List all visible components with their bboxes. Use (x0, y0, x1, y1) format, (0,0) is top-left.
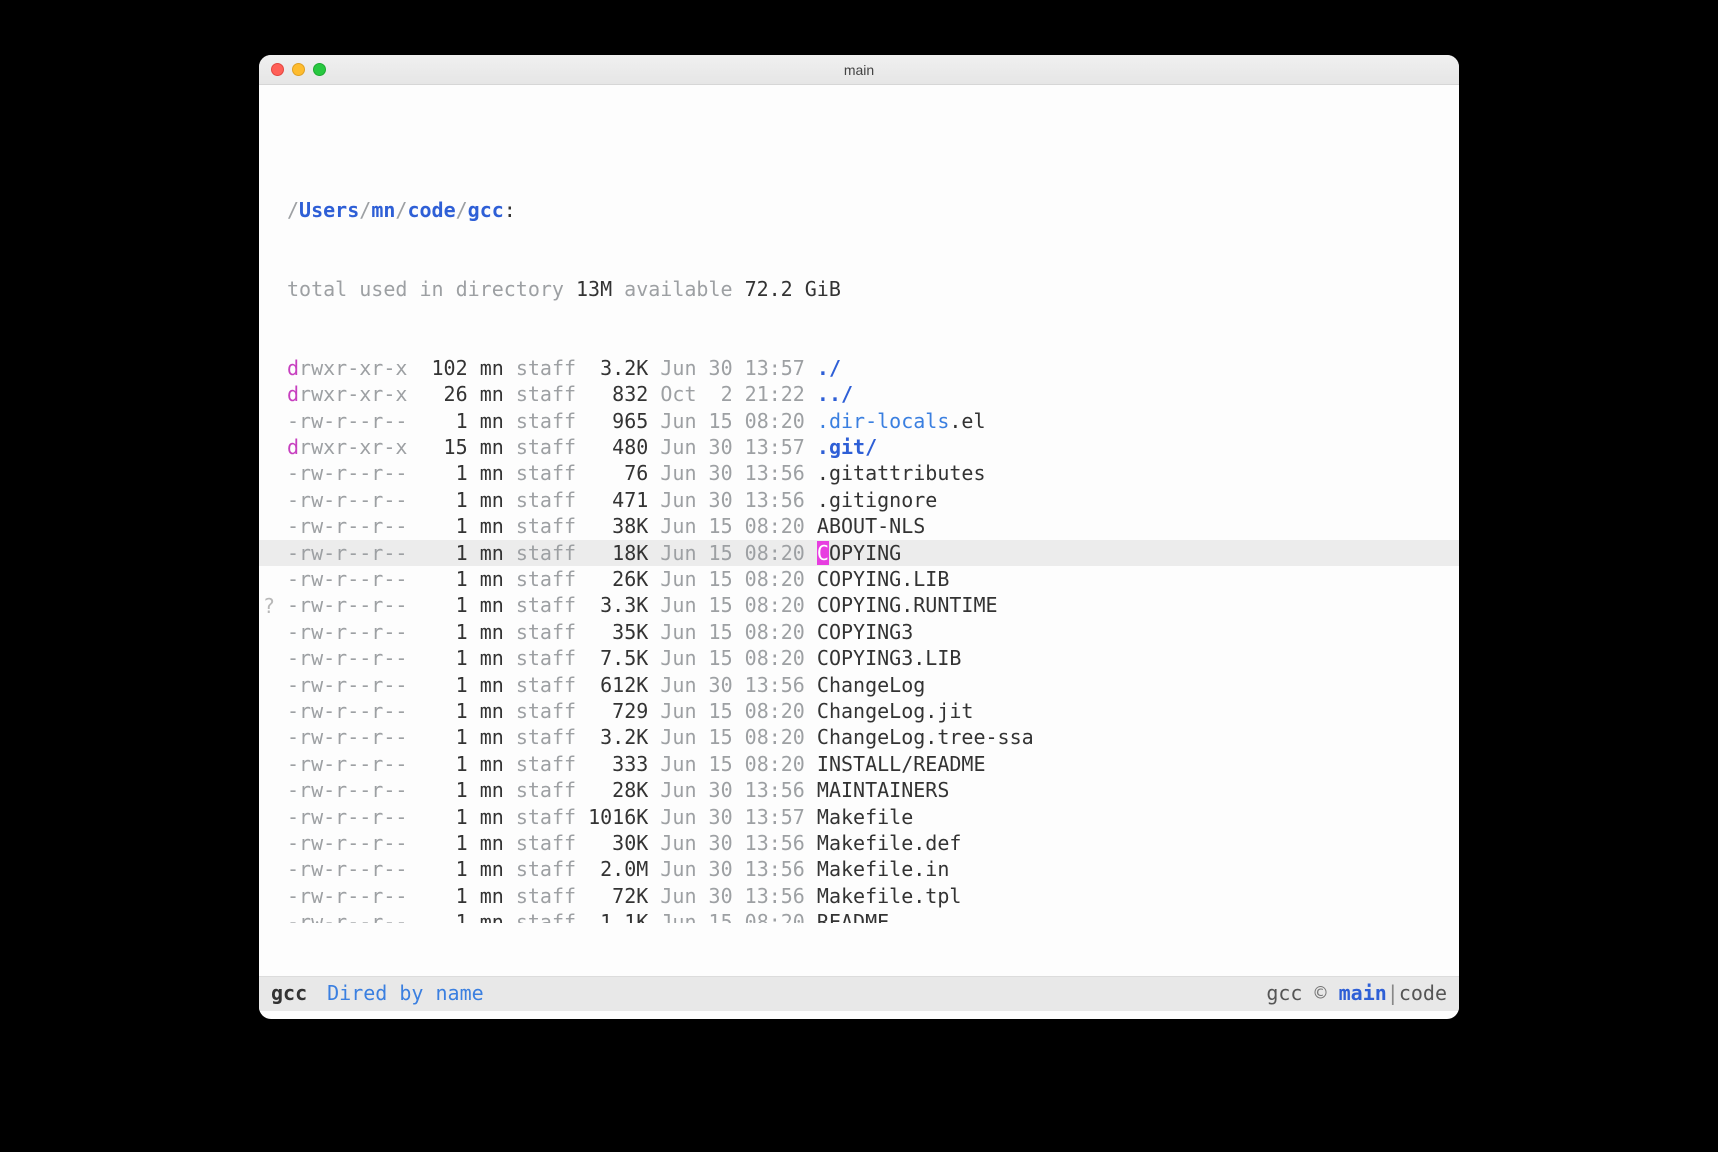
dired-entry[interactable]: -rw-r--r-- 1 mn staff 76 Jun 30 13:56 .g… (259, 460, 1459, 486)
emacs-window: main ? /Users/mn/code/gcc: total used in… (259, 55, 1459, 1019)
dired-entry[interactable]: drwxr-xr-x 15 mn staff 480 Jun 30 13:57 … (259, 434, 1459, 460)
modeline-mode: Dired by name (327, 981, 484, 1005)
dired-entry[interactable]: -rw-r--r-- 1 mn staff 1016K Jun 30 13:57… (259, 804, 1459, 830)
dired-header: total used in directory 13M available 72… (259, 276, 1459, 302)
dired-entry[interactable]: -rw-r--r-- 1 mn staff 612K Jun 30 13:56 … (259, 672, 1459, 698)
dired-entry[interactable]: -rw-r--r-- 1 mn staff 30K Jun 30 13:56 M… (259, 830, 1459, 856)
modeline-vc: gcc © main|code (1266, 981, 1447, 1005)
fringe-marker: ? (263, 593, 275, 619)
dired-entry[interactable]: -rw-r--r-- 1 mn staff 72K Jun 30 13:56 M… (259, 883, 1459, 909)
dired-entry[interactable]: -rw-r--r-- 1 mn staff 333 Jun 15 08:20 I… (259, 751, 1459, 777)
dired-entry[interactable]: -rw-r--r-- 1 mn staff 35K Jun 15 08:20 C… (259, 619, 1459, 645)
dired-buffer[interactable]: ? /Users/mn/code/gcc: total used in dire… (259, 85, 1459, 976)
dired-entry[interactable]: -rw-r--r-- 1 mn staff 2.0M Jun 30 13:56 … (259, 856, 1459, 882)
dired-entry[interactable]: -rw-r--r-- 1 mn staff 28K Jun 30 13:56 M… (259, 777, 1459, 803)
minibuffer[interactable] (259, 1011, 1459, 1019)
dired-entry[interactable]: -rw-r--r-- 1 mn staff 26K Jun 15 08:20 C… (259, 566, 1459, 592)
window-controls (271, 63, 326, 76)
dired-listing: drwxr-xr-x 102 mn staff 3.2K Jun 30 13:5… (259, 355, 1459, 923)
dired-entry[interactable]: drwxr-xr-x 26 mn staff 832 Oct 2 21:22 .… (259, 381, 1459, 407)
modeline: gcc Dired by name gcc © main|code (259, 976, 1459, 1011)
dired-entry[interactable]: -rw-r--r-- 1 mn staff 38K Jun 15 08:20 A… (259, 513, 1459, 539)
dired-entry[interactable]: -rw-r--r-- 1 mn staff 18K Jun 15 08:20 C… (259, 540, 1459, 566)
dired-entry[interactable]: -rw-r--r-- 1 mn staff 3.2K Jun 15 08:20 … (259, 724, 1459, 750)
minimize-icon[interactable] (292, 63, 305, 76)
titlebar: main (259, 55, 1459, 85)
fringe: ? (259, 85, 281, 976)
dired-entry[interactable]: -rw-r--r-- 1 mn staff 3.3K Jun 15 08:20 … (259, 592, 1459, 618)
dired-entry[interactable]: -rw-r--r-- 1 mn staff 729 Jun 15 08:20 C… (259, 698, 1459, 724)
dired-entry[interactable]: -rw-r--r-- 1 mn staff 965 Jun 15 08:20 .… (259, 408, 1459, 434)
zoom-icon[interactable] (313, 63, 326, 76)
dired-path: /Users/mn/code/gcc: (259, 197, 1459, 223)
dired-entry[interactable]: -rw-r--r-- 1 mn staff 1.1K Jun 15 08:20 … (259, 909, 1459, 923)
dired-entry[interactable]: drwxr-xr-x 102 mn staff 3.2K Jun 30 13:5… (259, 355, 1459, 381)
modeline-buffer: gcc (271, 981, 307, 1005)
window-title: main (259, 62, 1459, 78)
close-icon[interactable] (271, 63, 284, 76)
dired-entry[interactable]: -rw-r--r-- 1 mn staff 471 Jun 30 13:56 .… (259, 487, 1459, 513)
dired-entry[interactable]: -rw-r--r-- 1 mn staff 7.5K Jun 15 08:20 … (259, 645, 1459, 671)
